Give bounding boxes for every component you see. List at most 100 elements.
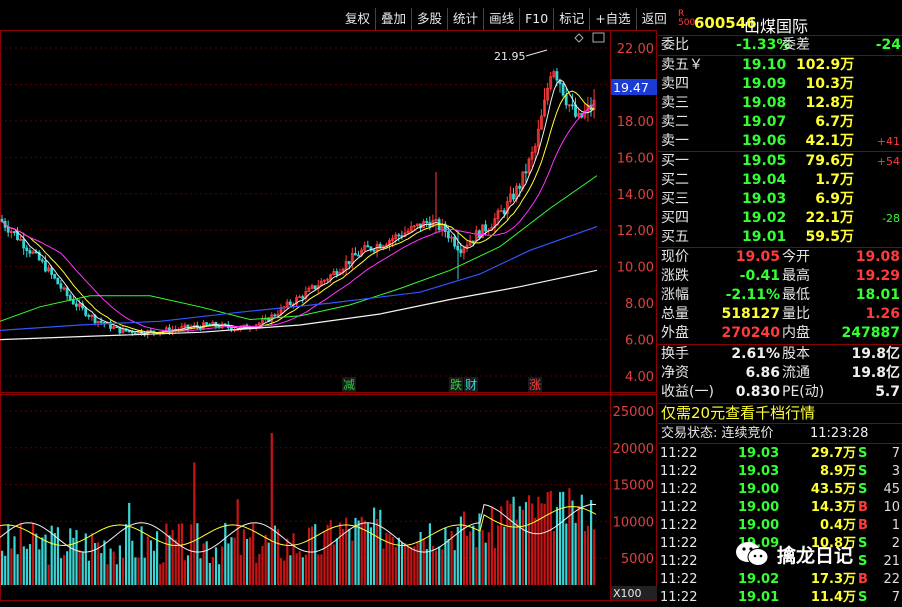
volume-bar [518, 506, 521, 585]
toolbar-button-3[interactable]: 统计 [447, 8, 483, 30]
stat-label: 最低 [782, 287, 810, 303]
ma250-line [0, 269, 598, 341]
volume-bar [524, 502, 528, 585]
volume-bar [568, 488, 571, 585]
chart-toolbar: 复权 叠加 多股 统计 画线 F10 标记 +自选 返回 [340, 8, 672, 30]
volume-bar [7, 524, 10, 585]
volume-bar [493, 548, 497, 585]
volume-bar [233, 537, 236, 585]
price-tick-label: 10.00 [617, 261, 654, 276]
volume-bar [183, 560, 187, 585]
volume-bar [270, 433, 273, 585]
volume-bar [214, 547, 218, 585]
volume-bar [515, 519, 518, 585]
volume-tick-label: 15000 [613, 479, 654, 494]
webi-label: 委比 [661, 37, 689, 53]
volume-bar [345, 517, 348, 585]
volume-bar [314, 524, 317, 585]
fund-row: 收益(一) 0.830 PE(动) 5.7 [658, 383, 902, 402]
ask-price: 19.07 [742, 114, 787, 130]
volume-bar [134, 557, 137, 585]
candle-body [40, 259, 44, 262]
volume-bar [103, 540, 106, 585]
volume-bar [53, 533, 56, 585]
volume-bar [586, 525, 590, 585]
volume-bar [332, 544, 335, 585]
volume-bar [373, 507, 376, 585]
ask-label: 卖五￥ [661, 57, 703, 73]
trade-count: 7 [891, 590, 900, 605]
event-marker[interactable]: 跌 [450, 377, 462, 392]
stat-value: 19.29 [855, 268, 900, 284]
window-restore-icon[interactable] [592, 32, 605, 43]
volume-bar [211, 557, 214, 585]
volume-bar [4, 555, 7, 585]
toolbar-button-0[interactable]: 复权 [340, 8, 375, 30]
stat-value: 18.01 [855, 287, 900, 303]
trade-volume: 8.9万 [819, 464, 856, 479]
bid-row: 买三 19.03 6.9万 [658, 190, 902, 209]
toolbar-button-1[interactable]: 叠加 [375, 8, 411, 30]
bid-label: 买一 [661, 153, 689, 169]
ask-label: 卖四 [661, 76, 689, 92]
ask-row: 卖三 19.08 12.8万 [658, 94, 902, 113]
kline-chart[interactable]: 22.0020.0018.0016.0014.0012.0010.008.006… [0, 0, 658, 601]
volume-bar [236, 499, 239, 585]
bid-price: 19.05 [742, 153, 787, 169]
toolbar-button-5[interactable]: F10 [519, 8, 553, 30]
diamond-icon[interactable] [574, 33, 584, 43]
volume-bar [63, 554, 66, 585]
candle-body [53, 274, 57, 279]
event-marker[interactable]: 财 [465, 378, 477, 392]
toolbar-button-6[interactable]: 标记 [553, 8, 589, 30]
volume-bar [472, 525, 475, 585]
trade-price: 19.02 [738, 572, 780, 587]
stat-value: 1.26 [865, 306, 900, 322]
trade-volume: 17.3万 [810, 572, 856, 587]
webi-row: 委比 -1.33% 委差 -24 [658, 36, 902, 55]
ask-price: 19.06 [742, 133, 787, 149]
bid-price: 19.02 [742, 210, 787, 226]
volume-bar [205, 541, 208, 585]
volume-bar [196, 523, 199, 585]
candle-body [115, 326, 119, 329]
volume-bar [360, 516, 363, 585]
trade-time: 11:22 [660, 590, 698, 605]
toolbar-button-2[interactable]: 多股 [411, 8, 447, 30]
candle-body [446, 231, 450, 239]
trade-count: 7 [891, 446, 900, 461]
volume-bar [267, 542, 270, 585]
stat-value: 247887 [841, 325, 900, 341]
volume-bar [407, 546, 410, 585]
volume-bar [118, 545, 121, 585]
stat-value: -0.41 [739, 268, 780, 284]
toolbar-button-7[interactable]: +自选 [589, 8, 635, 30]
volume-bar [140, 526, 143, 585]
volume-bar [490, 506, 493, 585]
high-price-pointer [525, 49, 548, 57]
trade-price: 19.00 [738, 482, 780, 497]
volume-bar [16, 554, 19, 585]
volume-bar [512, 496, 515, 585]
ask-label: 卖三 [661, 95, 689, 111]
event-marker[interactable]: 减 [343, 378, 355, 392]
candle-body [0, 218, 4, 222]
watermark: 擒龙日记 [735, 540, 853, 568]
event-marker[interactable]: 涨 [529, 377, 541, 392]
toolbar-button-4[interactable]: 画线 [483, 8, 519, 30]
candle-body [378, 244, 382, 249]
ask-row: 卖一 19.06 42.1万 +41 [658, 132, 902, 151]
volume-bar [252, 523, 255, 585]
candle-body [347, 261, 351, 265]
stat-row: 外盘 270240 内盘 247887 [658, 324, 902, 343]
trade-side: S [858, 536, 868, 551]
trade-price: 19.00 [738, 500, 780, 515]
volume-bar [438, 546, 441, 585]
stat-row: 涨幅 -2.11% 最低 18.01 [658, 286, 902, 305]
candle-body [366, 245, 370, 248]
bid-volume: 59.5万 [805, 229, 854, 245]
volume-bar [87, 560, 90, 585]
promo-row[interactable]: 仅需20元查看千档行情 [658, 404, 902, 423]
candle-body [56, 277, 60, 285]
volume-bar [218, 564, 221, 585]
